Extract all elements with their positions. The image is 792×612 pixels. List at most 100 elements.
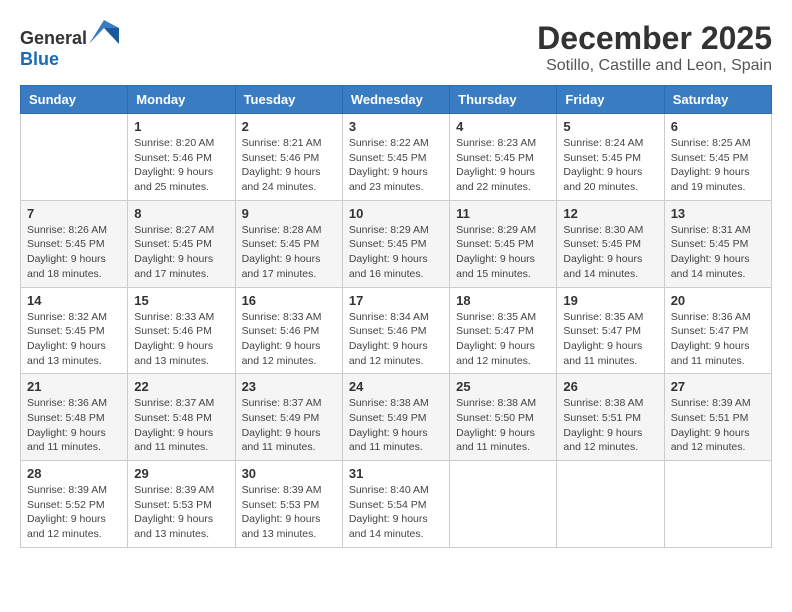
day-cell: 25 Sunrise: 8:38 AMSunset: 5:50 PMDayligh… xyxy=(450,374,557,461)
day-info: Sunrise: 8:31 AMSunset: 5:45 PMDaylight:… xyxy=(671,223,765,282)
day-cell: 7Sunrise: 8:26 AMSunset: 5:45 PMDaylight… xyxy=(21,200,128,287)
day-number: 1 xyxy=(134,119,228,134)
day-info: Sunrise: 8:40 AMSunset: 5:54 PMDaylight:… xyxy=(349,483,443,542)
day-cell: 20 Sunrise: 8:36 AMSunset: 5:47 PMDayligh… xyxy=(664,287,771,374)
day-number: 26 xyxy=(563,379,657,394)
day-info: Sunrise: 8:29 AMSunset: 5:45 PMDaylight:… xyxy=(456,223,550,282)
weekday-header-thursday: Thursday xyxy=(450,86,557,114)
day-number: 23 xyxy=(242,379,336,394)
day-cell: 10 Sunrise: 8:29 AMSunset: 5:45 PMDayligh… xyxy=(342,200,449,287)
day-number: 10 xyxy=(349,206,443,221)
logo-blue: Blue xyxy=(20,49,59,69)
day-cell: 14Sunrise: 8:32 AMSunset: 5:45 PMDayligh… xyxy=(21,287,128,374)
weekday-header-sunday: Sunday xyxy=(21,86,128,114)
day-info: Sunrise: 8:38 AMSunset: 5:50 PMDaylight:… xyxy=(456,396,550,455)
logo-bird-icon xyxy=(89,20,119,44)
day-cell xyxy=(450,461,557,548)
day-info: Sunrise: 8:37 AMSunset: 5:49 PMDaylight:… xyxy=(242,396,336,455)
calendar-subtitle: Sotillo, Castille and Leon, Spain xyxy=(537,57,772,75)
day-info: Sunrise: 8:29 AMSunset: 5:45 PMDaylight:… xyxy=(349,223,443,282)
day-number: 15 xyxy=(134,293,228,308)
day-number: 29 xyxy=(134,466,228,481)
day-number: 4 xyxy=(456,119,550,134)
day-number: 7 xyxy=(27,206,121,221)
day-cell: 6 Sunrise: 8:25 AMSunset: 5:45 PMDaylight… xyxy=(664,114,771,201)
day-info: Sunrise: 8:39 AMSunset: 5:52 PMDaylight:… xyxy=(27,483,121,542)
day-cell: 4 Sunrise: 8:23 AMSunset: 5:45 PMDaylight… xyxy=(450,114,557,201)
day-cell: 3 Sunrise: 8:22 AMSunset: 5:45 PMDaylight… xyxy=(342,114,449,201)
day-info: Sunrise: 8:38 AMSunset: 5:49 PMDaylight:… xyxy=(349,396,443,455)
header: General Blue December 2025 Sotillo, Cast… xyxy=(20,20,772,75)
day-info: Sunrise: 8:39 AMSunset: 5:53 PMDaylight:… xyxy=(242,483,336,542)
day-info: Sunrise: 8:24 AMSunset: 5:45 PMDaylight:… xyxy=(563,136,657,195)
day-number: 28 xyxy=(27,466,121,481)
day-number: 19 xyxy=(563,293,657,308)
day-info: Sunrise: 8:35 AMSunset: 5:47 PMDaylight:… xyxy=(563,310,657,369)
week-row-1: 1 Sunrise: 8:20 AMSunset: 5:46 PMDaylight… xyxy=(21,114,772,201)
day-cell: 22 Sunrise: 8:37 AMSunset: 5:48 PMDayligh… xyxy=(128,374,235,461)
week-row-5: 28 Sunrise: 8:39 AMSunset: 5:52 PMDayligh… xyxy=(21,461,772,548)
day-cell: 31Sunrise: 8:40 AMSunset: 5:54 PMDayligh… xyxy=(342,461,449,548)
day-number: 22 xyxy=(134,379,228,394)
day-info: Sunrise: 8:36 AMSunset: 5:48 PMDaylight:… xyxy=(27,396,121,455)
day-cell: 27 Sunrise: 8:39 AMSunset: 5:51 PMDayligh… xyxy=(664,374,771,461)
day-cell: 5Sunrise: 8:24 AMSunset: 5:45 PMDaylight… xyxy=(557,114,664,201)
day-info: Sunrise: 8:32 AMSunset: 5:45 PMDaylight:… xyxy=(27,310,121,369)
day-cell: 11 Sunrise: 8:29 AMSunset: 5:45 PMDayligh… xyxy=(450,200,557,287)
day-number: 12 xyxy=(563,206,657,221)
week-row-3: 14Sunrise: 8:32 AMSunset: 5:45 PMDayligh… xyxy=(21,287,772,374)
day-number: 8 xyxy=(134,206,228,221)
day-number: 24 xyxy=(349,379,443,394)
day-cell xyxy=(664,461,771,548)
weekday-header-friday: Friday xyxy=(557,86,664,114)
weekday-header-saturday: Saturday xyxy=(664,86,771,114)
day-info: Sunrise: 8:27 AMSunset: 5:45 PMDaylight:… xyxy=(134,223,228,282)
day-info: Sunrise: 8:39 AMSunset: 5:53 PMDaylight:… xyxy=(134,483,228,542)
weekday-header-tuesday: Tuesday xyxy=(235,86,342,114)
day-info: Sunrise: 8:22 AMSunset: 5:45 PMDaylight:… xyxy=(349,136,443,195)
day-info: Sunrise: 8:21 AMSunset: 5:46 PMDaylight:… xyxy=(242,136,336,195)
day-info: Sunrise: 8:38 AMSunset: 5:51 PMDaylight:… xyxy=(563,396,657,455)
day-number: 6 xyxy=(671,119,765,134)
day-info: Sunrise: 8:28 AMSunset: 5:45 PMDaylight:… xyxy=(242,223,336,282)
day-cell: 1 Sunrise: 8:20 AMSunset: 5:46 PMDaylight… xyxy=(128,114,235,201)
day-number: 3 xyxy=(349,119,443,134)
day-number: 11 xyxy=(456,206,550,221)
day-cell: 26 Sunrise: 8:38 AMSunset: 5:51 PMDayligh… xyxy=(557,374,664,461)
day-cell: 24 Sunrise: 8:38 AMSunset: 5:49 PMDayligh… xyxy=(342,374,449,461)
day-cell: 8 Sunrise: 8:27 AMSunset: 5:45 PMDaylight… xyxy=(128,200,235,287)
day-info: Sunrise: 8:36 AMSunset: 5:47 PMDaylight:… xyxy=(671,310,765,369)
weekday-header-wednesday: Wednesday xyxy=(342,86,449,114)
week-row-4: 21 Sunrise: 8:36 AMSunset: 5:48 PMDayligh… xyxy=(21,374,772,461)
calendar-title: December 2025 xyxy=(537,20,772,57)
day-info: Sunrise: 8:25 AMSunset: 5:45 PMDaylight:… xyxy=(671,136,765,195)
day-info: Sunrise: 8:33 AMSunset: 5:46 PMDaylight:… xyxy=(134,310,228,369)
day-info: Sunrise: 8:39 AMSunset: 5:51 PMDaylight:… xyxy=(671,396,765,455)
week-row-2: 7Sunrise: 8:26 AMSunset: 5:45 PMDaylight… xyxy=(21,200,772,287)
day-number: 27 xyxy=(671,379,765,394)
day-cell: 17Sunrise: 8:34 AMSunset: 5:46 PMDayligh… xyxy=(342,287,449,374)
day-cell: 2Sunrise: 8:21 AMSunset: 5:46 PMDaylight… xyxy=(235,114,342,201)
logo-wordmark: General Blue xyxy=(20,20,119,70)
day-number: 18 xyxy=(456,293,550,308)
day-info: Sunrise: 8:20 AMSunset: 5:46 PMDaylight:… xyxy=(134,136,228,195)
day-cell: 12 Sunrise: 8:30 AMSunset: 5:45 PMDayligh… xyxy=(557,200,664,287)
day-cell: 15 Sunrise: 8:33 AMSunset: 5:46 PMDayligh… xyxy=(128,287,235,374)
day-cell xyxy=(557,461,664,548)
title-area: December 2025 Sotillo, Castille and Leon… xyxy=(537,20,772,75)
day-number: 17 xyxy=(349,293,443,308)
calendar-table: SundayMondayTuesdayWednesdayThursdayFrid… xyxy=(20,85,772,548)
day-info: Sunrise: 8:23 AMSunset: 5:45 PMDaylight:… xyxy=(456,136,550,195)
day-number: 21 xyxy=(27,379,121,394)
day-cell: 23 Sunrise: 8:37 AMSunset: 5:49 PMDayligh… xyxy=(235,374,342,461)
day-cell: 18Sunrise: 8:35 AMSunset: 5:47 PMDayligh… xyxy=(450,287,557,374)
logo-general: General xyxy=(20,28,87,48)
day-cell: 19 Sunrise: 8:35 AMSunset: 5:47 PMDayligh… xyxy=(557,287,664,374)
day-info: Sunrise: 8:30 AMSunset: 5:45 PMDaylight:… xyxy=(563,223,657,282)
day-number: 9 xyxy=(242,206,336,221)
day-number: 30 xyxy=(242,466,336,481)
day-number: 25 xyxy=(456,379,550,394)
day-number: 20 xyxy=(671,293,765,308)
day-cell: 29 Sunrise: 8:39 AMSunset: 5:53 PMDayligh… xyxy=(128,461,235,548)
day-info: Sunrise: 8:37 AMSunset: 5:48 PMDaylight:… xyxy=(134,396,228,455)
